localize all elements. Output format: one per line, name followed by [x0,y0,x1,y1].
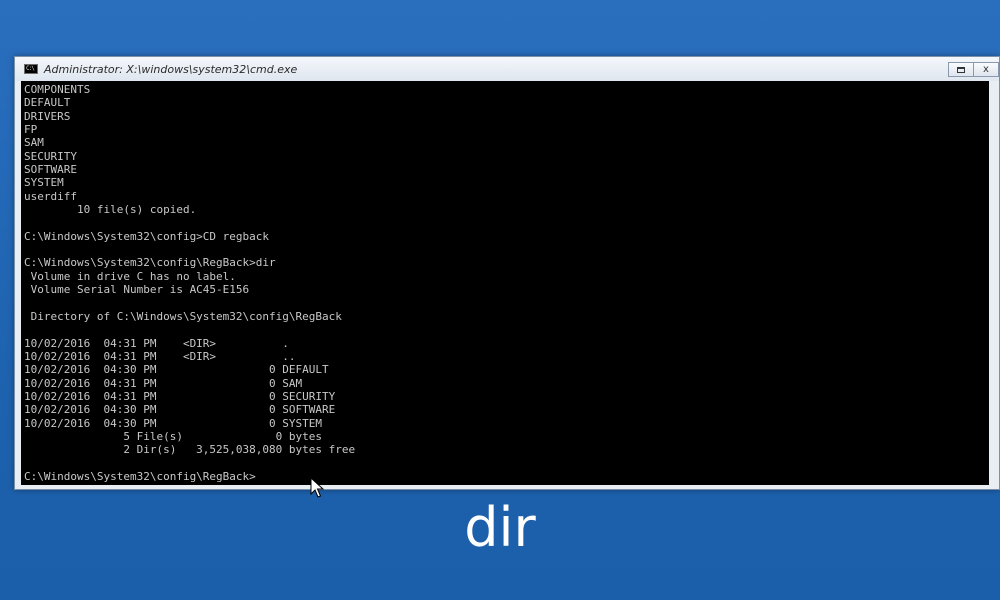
console-line: 10 file(s) copied. [24,203,197,217]
console-line: COMPONENTS [24,83,91,96]
console-line: Directory of C:\Windows\System32\config\… [24,309,342,323]
console-line: C:\Windows\System32\config\RegBack>dir [24,256,276,270]
console-line: 10/02/2016 04:31 PM 0 SECURITY [24,389,336,403]
console-line: SYSTEM [24,176,64,190]
console-line: 5 File(s) 0 bytes [24,429,323,443]
caption-text: dir [464,496,536,559]
console-line: 10/02/2016 04:31 PM 0 SAM [24,376,303,390]
console-line: Volume in drive C has no label. [24,269,236,283]
console-line: FP [24,123,38,137]
console-line: 10/02/2016 04:30 PM 0 SYSTEM [24,416,323,430]
console-line: 2 Dir(s) 3,525,038,080 bytes free [24,443,356,457]
console-line: DEFAULT [24,96,71,110]
console-line: userdiff [24,189,77,203]
cmd-icon: C:\ [24,64,38,74]
console-text: COMPONENTS DEFAULT DRIVERS FP SAM SECURITY SOF… [24,83,355,483]
restore-icon [957,66,965,73]
close-icon: x [983,63,989,75]
close-button[interactable]: x [973,62,999,77]
restore-button[interactable] [948,62,974,77]
console-line: SECURITY [24,149,77,163]
cmd-window[interactable]: C:\ Administrator: X:\windows\system32\c… [14,56,1000,490]
window-controls: x [948,62,999,77]
console-line: 10/02/2016 04:31 PM <DIR> .. [24,349,296,363]
console-line: 10/02/2016 04:31 PM <DIR> . [24,336,289,350]
window-title: Administrator: X:\windows\system32\cmd.e… [44,62,298,76]
console-line: C:\Windows\System32\config\RegBack> [24,469,256,483]
console-line: Volume Serial Number is AC45-E156 [24,283,250,297]
console-line: SAM [24,136,44,150]
console-line: DRIVERS [24,109,71,123]
console-line: 10/02/2016 04:30 PM 0 DEFAULT [24,363,329,377]
console-line: 10/02/2016 04:30 PM 0 SOFTWARE [24,403,336,417]
console-output[interactable]: COMPONENTS DEFAULT DRIVERS FP SAM SECURITY SOF… [21,81,989,485]
console-line: SOFTWARE [24,163,77,177]
window-titlebar[interactable]: C:\ Administrator: X:\windows\system32\c… [15,57,999,81]
console-line: C:\Windows\System32\config>CD regback [24,229,270,243]
